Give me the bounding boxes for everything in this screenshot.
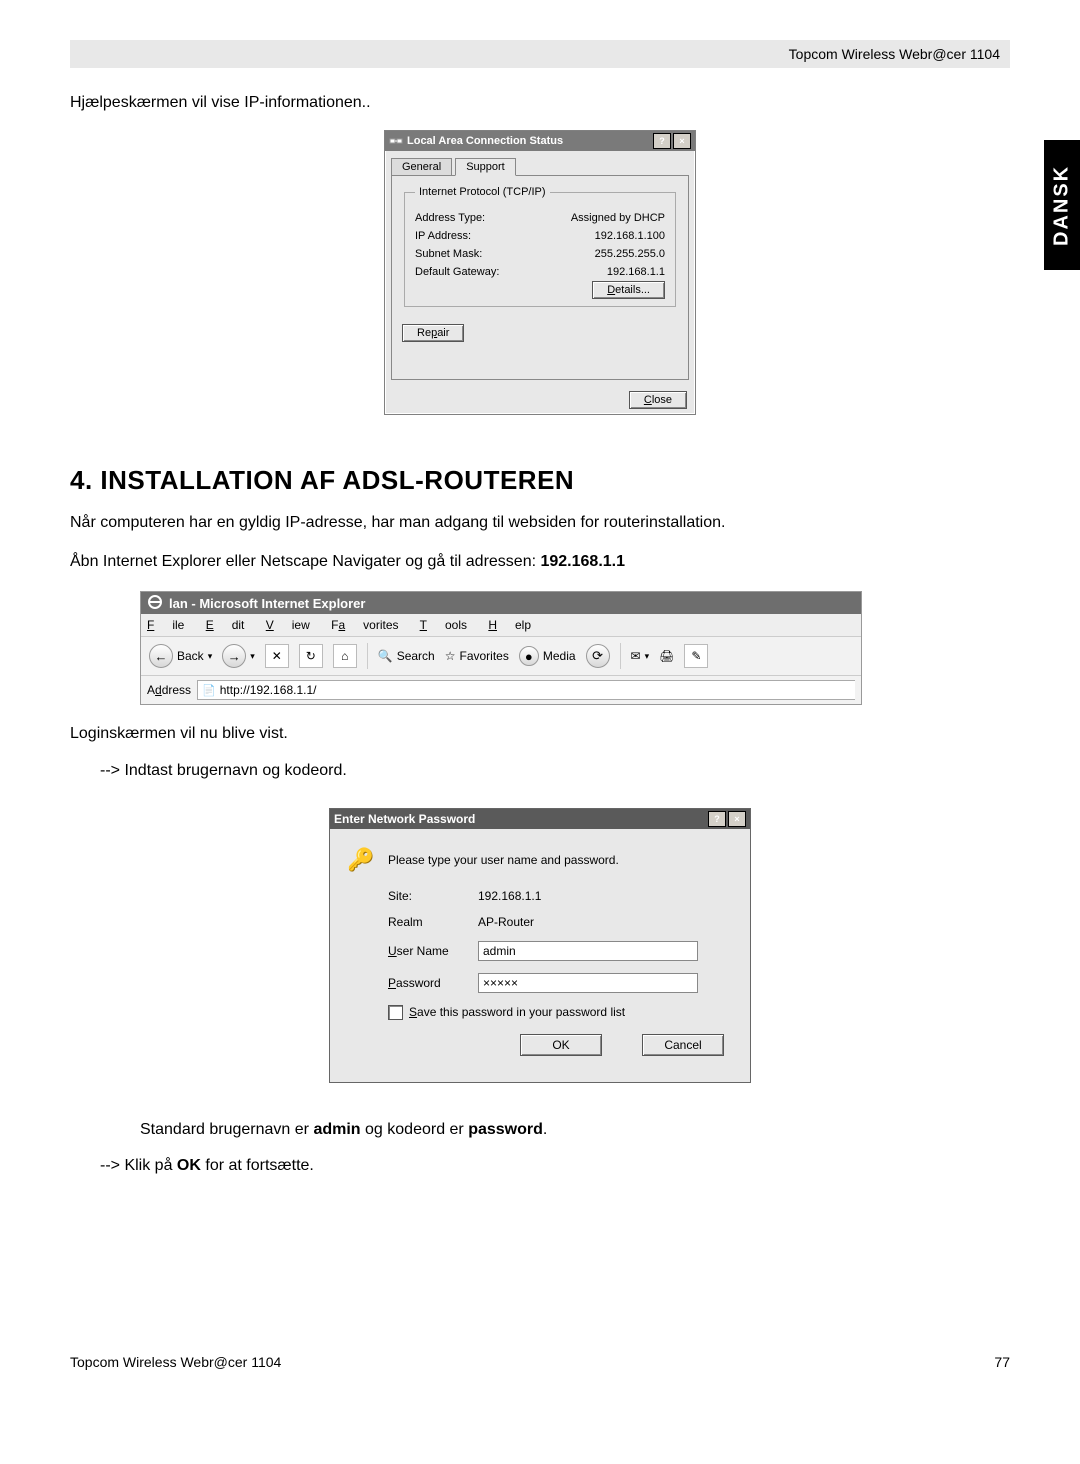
ip-value: 192.168.1.100	[595, 230, 665, 242]
subnet-label: Subnet Mask:	[415, 248, 482, 260]
cancel-button[interactable]: Cancel	[642, 1034, 724, 1056]
print-icon[interactable]: 🖨	[659, 649, 674, 663]
para-1: Når computeren har en gyldig IP-adresse,…	[70, 512, 1010, 534]
refresh-icon[interactable]: ↻	[299, 644, 323, 668]
gateway-value: 192.168.1.1	[607, 266, 665, 278]
section-heading: 4. INSTALLATION AF ADSL-ROUTEREN	[70, 465, 1010, 496]
ok-button[interactable]: OK	[520, 1034, 602, 1056]
close-icon[interactable]: ×	[728, 811, 746, 827]
password-input[interactable]: ×××××	[478, 973, 698, 993]
url-text: http://192.168.1.1/	[220, 683, 317, 697]
enp-dialog: Enter Network Password ? × 🔑 Please type…	[329, 808, 751, 1083]
enp-titlebar: Enter Network Password ? ×	[330, 809, 750, 829]
tcpip-group: Internet Protocol (TCP/IP) Address Type:…	[404, 186, 676, 307]
key-icon: 🔑	[346, 845, 376, 875]
search-icon: 🔍	[378, 649, 393, 663]
repair-button[interactable]: Repair	[402, 324, 464, 342]
username-input[interactable]: admin	[478, 941, 698, 961]
page-icon: 📄	[202, 684, 216, 697]
enp-title-text: Enter Network Password	[334, 812, 475, 826]
username-label: User Name	[388, 944, 478, 958]
header-bar: Topcom Wireless Webr@cer 1104	[70, 40, 1010, 68]
address-label: Address	[147, 683, 191, 697]
separator	[620, 643, 621, 669]
ie-menubar: File Edit View Favorites Tools Help	[141, 614, 861, 637]
back-arrow-icon: ←	[149, 644, 173, 668]
menu-tools[interactable]: Tools	[420, 618, 467, 632]
para-3: Loginskærmen vil nu blive vist.	[70, 723, 1010, 745]
lacs-titlebar: Local Area Connection Status ? ×	[385, 131, 695, 151]
page-number: 77	[994, 1354, 1010, 1370]
ie-titlebar: lan - Microsoft Internet Explorer	[141, 592, 861, 614]
mail-icon: ✉	[631, 649, 641, 663]
lacs-dialog: Local Area Connection Status ? × General…	[384, 130, 696, 415]
media-icon: ●	[519, 646, 539, 666]
site-value: 192.168.1.1	[478, 889, 541, 903]
menu-view[interactable]: View	[266, 618, 310, 632]
dropdown-icon: ▾	[208, 651, 213, 662]
menu-help[interactable]: Help	[488, 618, 531, 632]
menu-file[interactable]: File	[147, 618, 184, 632]
bullet-1: --> Indtast brugernavn og kodeord.	[100, 762, 1010, 780]
para-2: Åbn Internet Explorer eller Netscape Nav…	[70, 551, 1010, 573]
forward-arrow-icon: →	[222, 644, 246, 668]
tab-general[interactable]: General	[391, 158, 452, 175]
tab-body: Internet Protocol (TCP/IP) Address Type:…	[391, 175, 689, 380]
help-icon[interactable]: ?	[708, 811, 726, 827]
dropdown-icon: ▾	[645, 651, 650, 662]
search-button[interactable]: 🔍 Search	[378, 649, 435, 663]
url-input[interactable]: 📄 http://192.168.1.1/	[197, 680, 855, 700]
ie-toolbar: ← Back ▾ → ▾ ✕ ↻ ⌂ 🔍 Search ☆ Favorites …	[141, 637, 861, 676]
realm-label: Realm	[388, 915, 478, 929]
history-icon[interactable]: ⟳	[586, 644, 610, 668]
addr-type-value: Assigned by DHCP	[571, 212, 665, 224]
intro-text: Hjælpeskærmen vil vise IP-informationen.…	[70, 92, 1010, 114]
stop-icon[interactable]: ✕	[265, 644, 289, 668]
bullet-2: --> Klik på OK for at fortsætte.	[100, 1157, 1010, 1175]
lacs-title-text: Local Area Connection Status	[407, 135, 563, 147]
addr-type-label: Address Type:	[415, 212, 485, 224]
network-icon	[389, 134, 403, 148]
ie-address-bar: Address 📄 http://192.168.1.1/	[141, 676, 861, 704]
para-4: Standard brugernavn er admin og kodeord …	[140, 1119, 1010, 1141]
save-password-label: Save this password in your password list	[409, 1005, 625, 1019]
gateway-label: Default Gateway:	[415, 266, 499, 278]
media-button[interactable]: ● Media	[519, 646, 576, 666]
ie-window: lan - Microsoft Internet Explorer File E…	[140, 591, 862, 705]
back-button[interactable]: ← Back ▾	[149, 644, 212, 668]
ie-logo-icon	[147, 594, 163, 613]
ip-label: IP Address:	[415, 230, 471, 242]
close-button[interactable]: Close	[629, 391, 687, 409]
separator	[367, 643, 368, 669]
dropdown-icon: ▾	[250, 651, 255, 662]
menu-favorites[interactable]: Favorites	[331, 618, 398, 632]
header-product: Topcom Wireless Webr@cer 1104	[789, 46, 1000, 62]
forward-button[interactable]: → ▾	[222, 644, 255, 668]
menu-edit[interactable]: Edit	[206, 618, 245, 632]
ie-title-text: lan - Microsoft Internet Explorer	[169, 596, 365, 611]
edit-icon[interactable]: ✎	[684, 644, 708, 668]
save-password-checkbox[interactable]	[388, 1005, 403, 1020]
close-icon[interactable]: ×	[673, 133, 691, 149]
group-legend: Internet Protocol (TCP/IP)	[415, 186, 550, 198]
subnet-value: 255.255.255.0	[595, 248, 665, 260]
mail-button[interactable]: ✉ ▾	[631, 649, 650, 663]
tab-support[interactable]: Support	[455, 158, 516, 176]
help-icon[interactable]: ?	[653, 133, 671, 149]
details-button[interactable]: Details...	[592, 281, 665, 299]
password-label: Password	[388, 976, 478, 990]
footer-product: Topcom Wireless Webr@cer 1104	[70, 1354, 281, 1370]
favorites-button[interactable]: ☆ Favorites	[445, 649, 509, 663]
enp-prompt: Please type your user name and password.	[388, 853, 619, 867]
star-icon: ☆	[445, 649, 456, 663]
site-label: Site:	[388, 889, 478, 903]
language-side-tab: DANSK	[1044, 140, 1080, 270]
home-icon[interactable]: ⌂	[333, 644, 357, 668]
realm-value: AP-Router	[478, 915, 534, 929]
